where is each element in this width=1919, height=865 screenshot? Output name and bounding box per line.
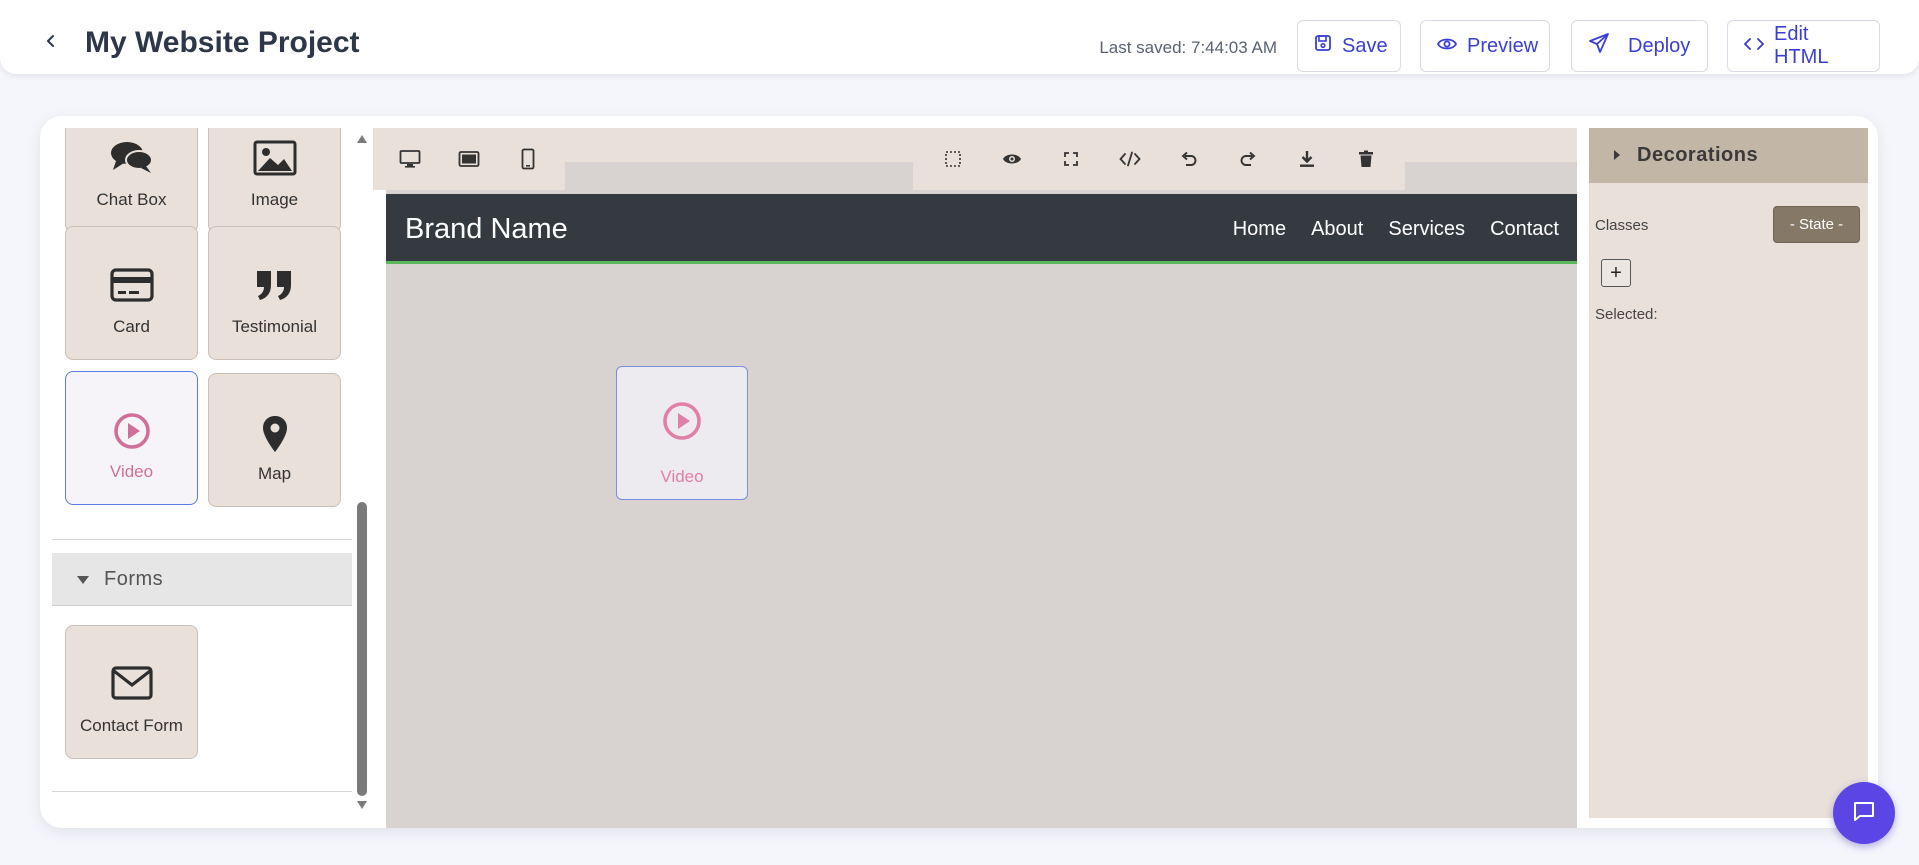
chat-fab-button[interactable] [1833,782,1895,844]
edit-html-button[interactable]: Edit HTML [1727,20,1880,72]
video-element-label: Video [660,467,704,486]
section-divider [52,791,352,792]
block-label: Testimonial [231,317,318,336]
fullscreen-icon[interactable] [1057,145,1085,173]
scroll-thumb[interactable] [357,502,367,796]
block-map[interactable]: Map [208,373,341,507]
envelope-icon [66,666,197,700]
preview-icon[interactable] [998,145,1026,173]
section-divider [52,539,352,540]
last-saved-status: Last saved: 7:44:03 AM [1099,38,1277,57]
add-class-button[interactable]: + [1601,259,1631,287]
block-label: Map [257,464,292,483]
deploy-button[interactable]: Deploy [1571,20,1708,72]
block-testimonial[interactable]: Testimonial [208,226,341,360]
selected-label: Selected: [1595,306,1658,323]
scroll-up-arrow-icon[interactable] [356,134,368,146]
site-navbar[interactable]: Brand Name Home About Services Contact [386,194,1577,264]
image-icon [209,140,340,176]
forms-section-label: Forms [104,567,164,590]
state-select[interactable]: - State - [1773,206,1860,243]
nav-link-services[interactable]: Services [1388,218,1465,241]
block-image[interactable]: Image [208,128,341,233]
site-nav-links: Home About Services Contact [1233,218,1559,241]
save-button-label: Save [1342,34,1388,57]
download-icon[interactable] [1293,145,1321,173]
back-chevron-icon[interactable] [40,30,62,52]
sw-visibility-icon[interactable] [939,145,967,173]
block-video[interactable]: Video [65,371,198,505]
block-label: Contact Form [80,716,183,735]
redo-icon[interactable] [1234,145,1262,173]
send-icon [1588,32,1610,60]
map-marker-icon [209,414,340,454]
canvas-toolbar [913,128,1405,190]
blocks-panel: Chat Box Image Card Testimonial Video Ma… [52,128,352,818]
block-label: Video [109,462,154,481]
code-brackets-icon [1744,35,1764,58]
canvas-video-element[interactable]: Video [616,366,748,500]
save-button[interactable]: Save [1297,20,1401,72]
credit-card-icon [66,267,197,303]
block-card[interactable]: Card [65,226,198,360]
site-brand[interactable]: Brand Name [405,213,568,246]
play-circle-icon [617,401,747,441]
code-icon[interactable] [1116,145,1144,173]
caret-down-icon [76,568,90,591]
block-contact-form[interactable]: Contact Form [65,625,198,759]
forms-section-header[interactable]: Forms [52,553,352,606]
decorations-section-label: Decorations [1637,144,1759,166]
preview-button[interactable]: Preview [1420,20,1550,72]
decorations-section-header[interactable]: Decorations [1589,128,1868,183]
nav-link-about[interactable]: About [1311,218,1363,241]
preview-button-label: Preview [1467,34,1539,57]
mobile-icon[interactable] [514,145,542,173]
eye-icon [1436,35,1458,58]
chat-bubble-icon [1852,799,1876,828]
nav-link-home[interactable]: Home [1233,218,1286,241]
block-chat-box[interactable]: Chat Box [65,128,198,233]
blocks-scrollbar[interactable] [355,128,369,818]
desktop-icon[interactable] [396,145,424,173]
save-icon [1314,34,1332,58]
block-label: Chat Box [96,190,167,209]
deploy-button-label: Deploy [1628,34,1691,57]
scroll-down-arrow-icon[interactable] [356,800,368,812]
classes-label: Classes [1595,217,1649,234]
quote-icon [209,267,340,303]
canvas-gutter [373,190,386,828]
top-bar: My Website Project Last saved: 7:44:03 A… [0,0,1919,74]
device-toolbar [373,128,565,190]
block-label: Image [250,190,299,209]
nav-link-contact[interactable]: Contact [1490,218,1559,241]
page-title: My Website Project [85,26,360,59]
block-label: Card [113,317,150,336]
edit-html-button-label: Edit HTML [1774,23,1829,68]
caret-right-icon [1613,144,1621,167]
style-manager-panel: Decorations Classes - State - + Selected… [1589,128,1868,818]
comments-icon [66,140,197,176]
tablet-icon[interactable] [455,145,483,173]
play-circle-icon [66,412,197,450]
undo-icon[interactable] [1175,145,1203,173]
trash-icon[interactable] [1352,145,1380,173]
